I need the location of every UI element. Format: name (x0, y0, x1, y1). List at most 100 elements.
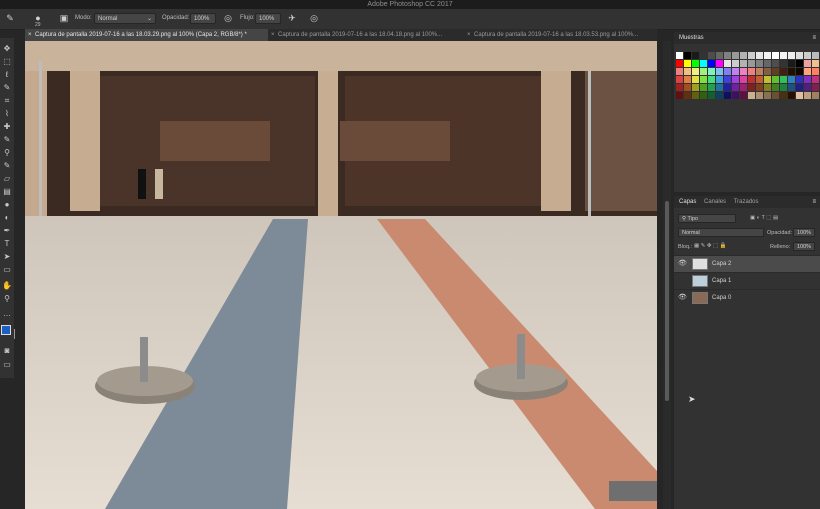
quick-select-tool-icon[interactable]: ✎ (2, 83, 12, 93)
color-swatch[interactable] (812, 52, 819, 59)
blur-tool-icon[interactable]: ● (2, 200, 12, 210)
tab-document-3[interactable]: × Captura de pantalla 2019-07-16 a las 18… (464, 29, 657, 41)
color-swatch[interactable] (692, 76, 699, 83)
color-swatch[interactable] (732, 76, 739, 83)
color-swatch[interactable] (684, 84, 691, 91)
color-swatch[interactable] (732, 68, 739, 75)
color-swatch[interactable] (700, 68, 707, 75)
color-swatch[interactable] (756, 68, 763, 75)
color-swatch[interactable] (676, 52, 683, 59)
eraser-tool-icon[interactable]: ▱ (2, 174, 12, 184)
color-swatch[interactable] (812, 92, 819, 99)
brush-tool-icon[interactable]: ✎ (2, 135, 12, 145)
type-tool-icon[interactable]: T (2, 239, 12, 249)
color-swatch[interactable] (732, 52, 739, 59)
color-swatch[interactable] (708, 52, 715, 59)
color-swatch[interactable] (804, 60, 811, 67)
color-swatch[interactable] (764, 84, 771, 91)
color-swatch[interactable] (684, 76, 691, 83)
color-swatch[interactable] (692, 60, 699, 67)
color-swatch[interactable] (676, 92, 683, 99)
eyedropper-tool-icon[interactable]: ⌇ (2, 109, 12, 119)
close-icon[interactable]: × (467, 29, 471, 41)
layer-row-capa-2[interactable]: 👁 Capa 2 (674, 255, 820, 272)
color-swatch[interactable] (796, 84, 803, 91)
mode-select[interactable]: Normal ⌄ (94, 13, 156, 24)
tab-document-1[interactable]: × Captura de pantalla 2019-07-16 a las 18… (25, 29, 268, 41)
document-canvas[interactable] (25, 41, 657, 509)
color-swatch[interactable] (756, 76, 763, 83)
color-swatch[interactable] (724, 76, 731, 83)
color-swatch[interactable] (716, 92, 723, 99)
marquee-tool-icon[interactable]: ⬚ (2, 57, 12, 67)
close-icon[interactable]: × (28, 29, 32, 41)
eye-icon[interactable]: 👁 (678, 256, 687, 272)
filter-icons[interactable]: ▣ ◐ T ⬚ ▤ (750, 215, 778, 221)
color-swatch[interactable] (748, 60, 755, 67)
color-swatch[interactable] (676, 84, 683, 91)
quick-mask-icon[interactable]: ◙ (2, 346, 12, 356)
color-swatch[interactable] (748, 92, 755, 99)
color-swatch[interactable] (756, 60, 763, 67)
color-swatch[interactable] (716, 52, 723, 59)
color-swatch[interactable] (772, 92, 779, 99)
pen-tool-icon[interactable]: ✒ (2, 226, 12, 236)
move-tool-icon[interactable]: ✥ (2, 44, 12, 54)
color-swatch[interactable] (796, 92, 803, 99)
color-swatch[interactable] (732, 60, 739, 67)
color-swatch[interactable] (716, 84, 723, 91)
color-swatch[interactable] (788, 68, 795, 75)
tab-trazados[interactable]: Trazados (734, 199, 759, 205)
color-swatch[interactable] (780, 84, 787, 91)
hand-tool-icon[interactable]: ✋ (2, 281, 12, 291)
crop-tool-icon[interactable]: ⌗ (2, 96, 12, 106)
healing-brush-tool-icon[interactable]: ✚ (2, 122, 12, 132)
color-swatch[interactable] (772, 68, 779, 75)
color-swatch[interactable] (684, 52, 691, 59)
color-swatch[interactable] (700, 92, 707, 99)
brush-panel-icon[interactable]: ▣ (58, 12, 70, 24)
color-swatch[interactable] (788, 52, 795, 59)
flow-field[interactable]: 100% (255, 13, 281, 24)
color-swatch[interactable] (772, 84, 779, 91)
color-swatch[interactable] (700, 76, 707, 83)
color-swatch[interactable] (708, 92, 715, 99)
color-swatch[interactable] (684, 92, 691, 99)
color-swatch[interactable] (684, 68, 691, 75)
color-swatch[interactable] (780, 60, 787, 67)
color-swatch[interactable] (724, 60, 731, 67)
color-swatch[interactable] (716, 60, 723, 67)
color-swatch[interactable] (804, 92, 811, 99)
lock-icons[interactable]: ▦ ✎ ✥ ⬚ 🔒 (694, 243, 727, 249)
color-swatch[interactable] (740, 76, 747, 83)
color-swatch[interactable] (772, 60, 779, 67)
layer-opacity-field[interactable]: 100% (793, 228, 815, 237)
color-swatch[interactable] (804, 68, 811, 75)
color-swatch[interactable] (764, 68, 771, 75)
more-tools-icon[interactable]: … (2, 309, 12, 319)
layer-filter-select[interactable]: ⚲ Tipo (678, 214, 736, 223)
color-swatch[interactable] (812, 68, 819, 75)
color-swatch[interactable] (764, 76, 771, 83)
gradient-tool-icon[interactable]: ▤ (2, 187, 12, 197)
color-swatch[interactable] (740, 60, 747, 67)
color-swatch[interactable] (756, 52, 763, 59)
color-swatch[interactable] (804, 76, 811, 83)
screen-mode-icon[interactable]: ▭ (2, 360, 12, 370)
color-swatch[interactable] (740, 52, 747, 59)
swatches-panel-tab[interactable]: Muestras ≡ (674, 32, 820, 44)
layer-row-capa-1[interactable]: Capa 1 (674, 272, 820, 289)
close-icon[interactable]: × (271, 29, 275, 41)
color-swatch[interactable] (748, 52, 755, 59)
brush-tool-icon[interactable]: ✎ (4, 12, 16, 24)
color-swatch[interactable] (676, 60, 683, 67)
color-swatch[interactable] (812, 60, 819, 67)
color-swatch[interactable] (796, 60, 803, 67)
panel-menu-icon[interactable]: ≡ (812, 196, 816, 208)
color-swatch[interactable] (796, 52, 803, 59)
color-swatch[interactable] (724, 92, 731, 99)
color-swatch[interactable] (748, 76, 755, 83)
color-swatch[interactable] (804, 84, 811, 91)
color-swatch[interactable] (764, 92, 771, 99)
scrollbar-thumb[interactable] (665, 201, 669, 401)
